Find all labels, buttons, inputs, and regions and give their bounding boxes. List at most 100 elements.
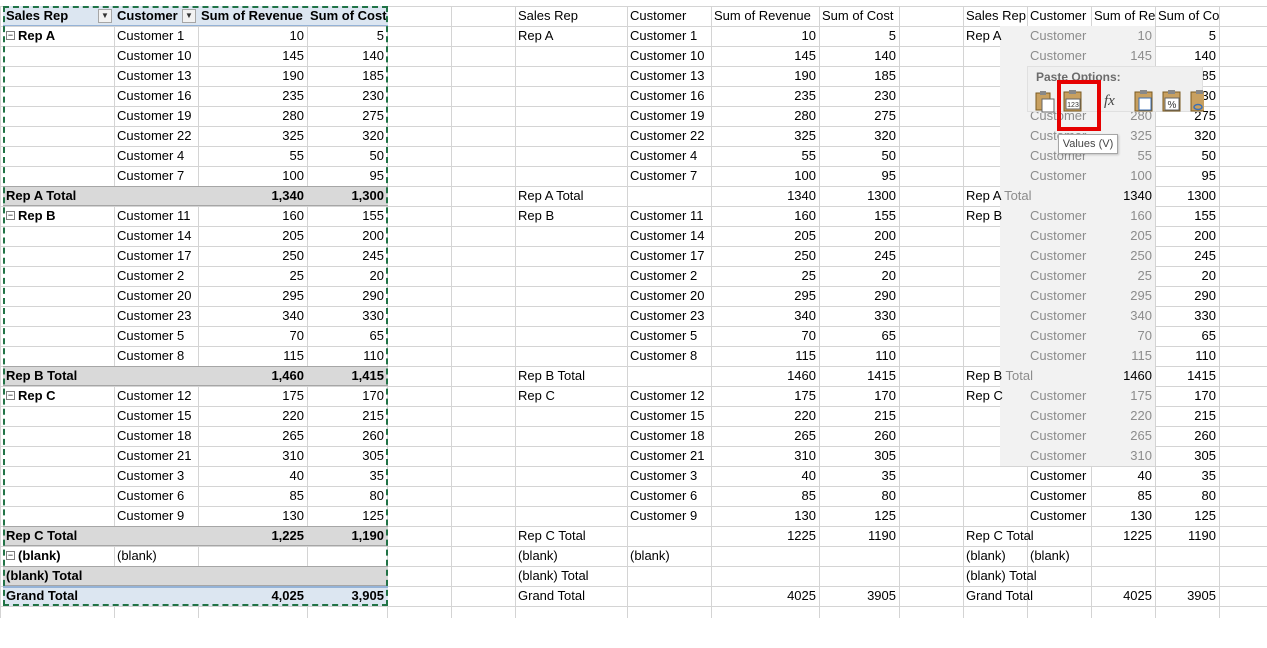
pivot-customer[interactable]: Customer 3 — [114, 466, 198, 486]
plain-revenue[interactable]: 160 — [711, 206, 819, 226]
pivot-cost[interactable]: 230 — [307, 86, 387, 106]
plain-customer[interactable]: Customer 19 — [627, 106, 711, 126]
plain-customer[interactable]: Customer 20 — [627, 286, 711, 306]
plain-total-label[interactable]: Rep B Total — [515, 366, 627, 386]
pivot-revenue[interactable]: 190 — [198, 66, 307, 86]
right-customer[interactable]: Customer — [1027, 306, 1091, 326]
pivot-total-label[interactable]: Rep B Total — [3, 366, 198, 386]
right-customer[interactable]: (blank) — [1027, 546, 1091, 566]
right-total-revenue[interactable]: 1460 — [1091, 366, 1155, 386]
pivot-cost[interactable]: 65 — [307, 326, 387, 346]
plain-revenue[interactable] — [711, 546, 819, 566]
plain-revenue[interactable]: 100 — [711, 166, 819, 186]
pivot-customer[interactable]: Customer 1 — [114, 26, 198, 46]
pivot-customer[interactable]: Customer 10 — [114, 46, 198, 66]
plain-cost[interactable]: 245 — [819, 246, 899, 266]
customer-filter-dropdown-icon[interactable]: ▼ — [182, 9, 196, 23]
right-customer[interactable]: Customer — [1027, 426, 1091, 446]
right-total-cost[interactable]: 1300 — [1155, 186, 1219, 206]
pivot-total-label[interactable]: Grand Total — [3, 586, 198, 606]
right-customer[interactable]: Customer — [1027, 446, 1091, 466]
pivot-revenue[interactable]: 55 — [198, 146, 307, 166]
pivot-revenue[interactable]: 85 — [198, 486, 307, 506]
right-cost[interactable]: 170 — [1155, 386, 1219, 406]
plain-revenue[interactable]: 295 — [711, 286, 819, 306]
pivot-revenue[interactable]: 40 — [198, 466, 307, 486]
pivot-customer[interactable]: Customer 8 — [114, 346, 198, 366]
right-customer[interactable]: Customer — [1027, 166, 1091, 186]
right-customer[interactable]: Customer — [1027, 326, 1091, 346]
plain-revenue[interactable]: 280 — [711, 106, 819, 126]
plain-cost[interactable]: 275 — [819, 106, 899, 126]
pivot-cost[interactable]: 140 — [307, 46, 387, 66]
pivot-customer[interactable]: Customer 2 — [114, 266, 198, 286]
pivot-revenue[interactable]: 340 — [198, 306, 307, 326]
right-revenue[interactable]: 310 — [1091, 446, 1155, 466]
pivot-customer[interactable]: Customer 15 — [114, 406, 198, 426]
plain-customer[interactable]: Customer 4 — [627, 146, 711, 166]
right-revenue[interactable]: 175 — [1091, 386, 1155, 406]
plain-cost[interactable]: 140 — [819, 46, 899, 66]
plain-total-revenue[interactable]: 4025 — [711, 586, 819, 606]
pivot-revenue[interactable]: 145 — [198, 46, 307, 66]
plain-customer[interactable]: Customer 13 — [627, 66, 711, 86]
plain-customer[interactable]: Customer 15 — [627, 406, 711, 426]
pivot-revenue[interactable]: 325 — [198, 126, 307, 146]
plain-revenue[interactable]: 205 — [711, 226, 819, 246]
plain-revenue[interactable]: 40 — [711, 466, 819, 486]
pivot-revenue[interactable]: 130 — [198, 506, 307, 526]
right-cost[interactable]: 155 — [1155, 206, 1219, 226]
pivot-customer[interactable]: Customer 17 — [114, 246, 198, 266]
right-total-label[interactable]: Rep C Total — [963, 526, 1091, 546]
plain-cost[interactable]: 155 — [819, 206, 899, 226]
pivot-customer[interactable]: Customer 19 — [114, 106, 198, 126]
right-header-0[interactable]: Sales Rep — [963, 6, 1027, 26]
pivot-customer[interactable]: Customer 13 — [114, 66, 198, 86]
right-cost[interactable]: 65 — [1155, 326, 1219, 346]
right-revenue[interactable] — [1091, 546, 1155, 566]
pivot-revenue[interactable]: 280 — [198, 106, 307, 126]
plain-customer[interactable]: Customer 5 — [627, 326, 711, 346]
plain-header-2[interactable]: Sum of Revenue — [711, 6, 819, 26]
pivot-cost[interactable]: 50 — [307, 146, 387, 166]
right-customer[interactable]: Customer — [1027, 346, 1091, 366]
right-customer[interactable]: Customer — [1027, 226, 1091, 246]
paste-formulas-icon[interactable]: fx — [1104, 89, 1128, 113]
right-customer[interactable]: Customer — [1027, 506, 1091, 526]
pivot-total-label[interactable]: Rep A Total — [3, 186, 198, 206]
right-revenue[interactable]: 25 — [1091, 266, 1155, 286]
pivot-cost[interactable]: 5 — [307, 26, 387, 46]
plain-customer[interactable]: Customer 16 — [627, 86, 711, 106]
plain-rep[interactable]: Rep B — [515, 206, 627, 226]
right-customer[interactable]: Customer — [1027, 486, 1091, 506]
plain-cost[interactable]: 305 — [819, 446, 899, 466]
right-revenue[interactable]: 100 — [1091, 166, 1155, 186]
right-revenue[interactable]: 340 — [1091, 306, 1155, 326]
pivot-cost[interactable]: 35 — [307, 466, 387, 486]
plain-revenue[interactable]: 55 — [711, 146, 819, 166]
pivot-header-3[interactable]: Sum of Cost — [307, 6, 387, 26]
plain-revenue[interactable]: 220 — [711, 406, 819, 426]
right-revenue[interactable]: 40 — [1091, 466, 1155, 486]
pivot-total-revenue[interactable] — [198, 566, 307, 586]
right-customer[interactable]: Customer — [1027, 266, 1091, 286]
pivot-customer[interactable]: Customer 20 — [114, 286, 198, 306]
plain-revenue[interactable]: 115 — [711, 346, 819, 366]
plain-cost[interactable] — [819, 546, 899, 566]
plain-cost[interactable]: 125 — [819, 506, 899, 526]
pivot-cost[interactable]: 110 — [307, 346, 387, 366]
right-total-cost[interactable] — [1155, 566, 1219, 586]
plain-total-label[interactable]: (blank) Total — [515, 566, 627, 586]
plain-customer[interactable]: Customer 2 — [627, 266, 711, 286]
plain-cost[interactable]: 110 — [819, 346, 899, 366]
plain-customer[interactable]: Customer 3 — [627, 466, 711, 486]
right-revenue[interactable]: 160 — [1091, 206, 1155, 226]
right-total-cost[interactable]: 1415 — [1155, 366, 1219, 386]
plain-total-cost[interactable]: 1300 — [819, 186, 899, 206]
plain-customer[interactable]: Customer 6 — [627, 486, 711, 506]
pivot-total-cost[interactable]: 1,415 — [307, 366, 387, 386]
right-revenue[interactable]: 145 — [1091, 46, 1155, 66]
pivot-customer[interactable]: Customer 9 — [114, 506, 198, 526]
plain-rep[interactable]: Rep C — [515, 386, 627, 406]
pivot-revenue[interactable]: 220 — [198, 406, 307, 426]
